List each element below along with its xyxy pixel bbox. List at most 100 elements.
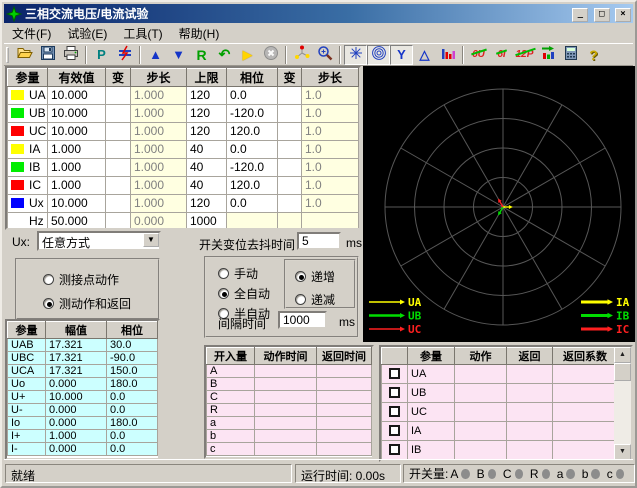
param-cell-limit[interactable]: 40 [187, 159, 227, 177]
step-down-button[interactable]: ▼ [167, 45, 190, 65]
run-mode-option-1[interactable]: 全自动 [218, 285, 270, 302]
radio-icon[interactable] [295, 271, 306, 282]
six-u-button[interactable]: 6U [467, 45, 490, 65]
checkbox-icon[interactable] [389, 444, 400, 455]
param-p-button[interactable]: P [90, 45, 113, 65]
action-table-scrollbar[interactable]: ▲ ▼ [614, 347, 631, 460]
param-cell-var2[interactable] [278, 123, 302, 141]
output-bars-button[interactable] [536, 45, 559, 65]
radio-icon[interactable] [218, 268, 229, 279]
param-cell-phase[interactable]: 0.0 [227, 87, 278, 105]
reset-button[interactable]: R [190, 45, 213, 65]
param-cell-limit[interactable]: 120 [187, 123, 227, 141]
radio-icon[interactable] [295, 294, 306, 305]
param-cell-var2[interactable] [278, 195, 302, 213]
param-cell-var2[interactable] [278, 159, 302, 177]
step-direction-option-1[interactable]: 递减 [295, 291, 354, 308]
checkbox-icon[interactable] [389, 368, 400, 379]
radio-icon[interactable] [43, 274, 54, 285]
param-cell-phase[interactable]: 0.0 [227, 141, 278, 159]
param-cell-var1[interactable] [106, 87, 131, 105]
param-cell-rms[interactable]: 1.000 [48, 141, 106, 159]
toolbar-grip[interactable] [6, 47, 9, 63]
menu-item-2[interactable]: 工具(T) [115, 22, 170, 45]
step-up-button[interactable]: ▲ [144, 45, 167, 65]
zoom-button[interactable] [313, 45, 336, 65]
checkbox-icon[interactable] [389, 406, 400, 417]
menu-item-3[interactable]: 帮助(H) [171, 22, 228, 45]
checkbox-cell[interactable] [382, 365, 408, 384]
measure-mode-option-1[interactable]: 测动作和返回 [43, 295, 158, 312]
vector-node-button[interactable] [290, 45, 313, 65]
undo-button[interactable]: ↶ [213, 45, 236, 65]
scroll-down-icon[interactable]: ▼ [614, 444, 631, 460]
param-cell-limit[interactable]: 120 [187, 195, 227, 213]
param-cell-phase[interactable]: 120.0 [227, 123, 278, 141]
checkbox-cell[interactable] [382, 422, 408, 441]
checkbox-cell[interactable] [382, 403, 408, 422]
param-cell-rms[interactable]: 10.000 [48, 105, 106, 123]
menu-item-1[interactable]: 试验(E) [59, 22, 115, 45]
ux-mode-combobox[interactable]: 任意方式 ▼ [37, 231, 161, 251]
param-cell-limit[interactable]: 120 [187, 105, 227, 123]
phasor-circles-button[interactable] [367, 45, 390, 65]
param-cell-phase[interactable]: 0.0 [227, 195, 278, 213]
measure-mode-option-0[interactable]: 测接点动作 [43, 271, 158, 288]
save-button[interactable] [36, 45, 59, 65]
maximize-button[interactable]: □ [594, 8, 610, 22]
radio-icon[interactable] [218, 288, 229, 299]
param-cell-limit[interactable]: 120 [187, 87, 227, 105]
radio-icon[interactable] [43, 298, 54, 309]
help-button[interactable]: ? [582, 45, 605, 65]
param-cell-phase[interactable]: -120.0 [227, 105, 278, 123]
phase-sequence-button[interactable] [113, 45, 136, 65]
stop-button[interactable] [259, 45, 282, 65]
checkbox-cell[interactable] [382, 384, 408, 403]
checkbox-icon[interactable] [389, 387, 400, 398]
step-direction-option-0[interactable]: 递增 [295, 268, 354, 285]
param-cell-limit[interactable]: 40 [187, 177, 227, 195]
param-cell-var1[interactable] [106, 105, 131, 123]
param-cell-rms[interactable]: 50.000 [48, 213, 106, 231]
checkbox-cell[interactable] [382, 441, 408, 460]
run-mode-option-0[interactable]: 手动 [218, 265, 270, 282]
param-cell-var1[interactable] [106, 213, 131, 231]
scrollbar-thumb[interactable] [614, 363, 631, 381]
delta-button[interactable]: △ [413, 45, 436, 65]
param-cell-rms[interactable]: 10.000 [48, 123, 106, 141]
param-cell-rms[interactable]: 10.000 [48, 87, 106, 105]
param-cell-var2[interactable] [278, 141, 302, 159]
twelve-p-button[interactable]: 12P [513, 45, 536, 65]
interval-input[interactable]: 1000 [278, 311, 327, 329]
open-button[interactable] [13, 45, 36, 65]
scroll-up-icon[interactable]: ▲ [614, 347, 631, 363]
param-cell-rms[interactable]: 10.000 [48, 195, 106, 213]
minimize-button[interactable]: _ [572, 8, 588, 22]
param-cell-limit[interactable]: 40 [187, 141, 227, 159]
six-i-button[interactable]: 6I [490, 45, 513, 65]
param-cell-var1[interactable] [106, 141, 131, 159]
combo-dropdown-icon[interactable]: ▼ [143, 233, 159, 247]
print-button[interactable] [59, 45, 82, 65]
debounce-input[interactable]: 5 [297, 232, 341, 250]
param-cell-var1[interactable] [106, 195, 131, 213]
param-cell-phase[interactable]: 120.0 [227, 177, 278, 195]
param-cell-var1[interactable] [106, 123, 131, 141]
checkbox-icon[interactable] [389, 425, 400, 436]
param-cell-limit[interactable]: 1000 [187, 213, 227, 231]
param-cell-var2[interactable] [278, 105, 302, 123]
bar-chart-button[interactable] [436, 45, 459, 65]
param-cell-rms[interactable]: 1.000 [48, 177, 106, 195]
param-cell-var1[interactable] [106, 159, 131, 177]
param-cell-var2[interactable] [278, 87, 302, 105]
param-cell-var2[interactable] [278, 177, 302, 195]
param-table[interactable]: 参量有效值变步长上限相位变步长 UA10.0001.0001200.01.0UB… [5, 66, 361, 230]
calculator-button[interactable] [559, 45, 582, 65]
close-button[interactable]: × [615, 8, 631, 22]
start-button[interactable]: ▶ [236, 45, 259, 65]
phasor-rays-button[interactable] [344, 45, 367, 65]
param-cell-var1[interactable] [106, 177, 131, 195]
wye-button[interactable]: Y [390, 45, 413, 65]
param-cell-phase[interactable]: -120.0 [227, 159, 278, 177]
menu-item-0[interactable]: 文件(F) [4, 22, 59, 45]
